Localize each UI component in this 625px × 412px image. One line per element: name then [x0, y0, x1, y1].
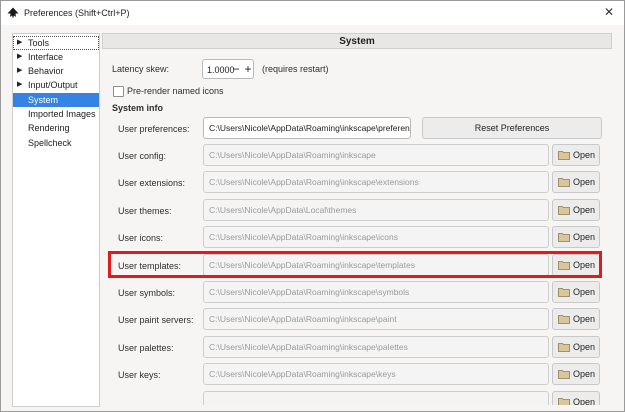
sidebar-item-label: Interface: [28, 52, 64, 62]
sidebar-item-tools[interactable]: ▶ Tools: [13, 36, 99, 50]
folder-icon: [558, 178, 570, 187]
open-folder-button[interactable]: Open: [552, 281, 600, 303]
sidebar-item-rendering[interactable]: Rendering: [13, 121, 99, 135]
sidebar-item-input-output[interactable]: ▶ Input/Output: [13, 78, 99, 92]
sidebar-item-label: Input/Output: [28, 80, 78, 90]
folder-icon: [558, 370, 570, 379]
path-field[interactable]: C:\Users\Nicole\AppData\Roaming\inkscape…: [203, 363, 549, 385]
preferences-nav-tree: ▶ Tools ▶ Interface ▶ Behavior ▶ Input/O…: [12, 33, 100, 407]
folder-icon: [558, 288, 570, 297]
expand-arrow-icon[interactable]: ▶: [17, 64, 22, 78]
expand-arrow-icon[interactable]: ▶: [17, 78, 22, 92]
path-field[interactable]: C:\Users\Nicole\AppData\Roaming\inkscape…: [203, 336, 549, 358]
sidebar-item-label: System: [28, 95, 59, 105]
path-row-label: User templates:: [118, 261, 182, 271]
sidebar-item-spellcheck[interactable]: Spellcheck: [13, 136, 99, 150]
title-bar: Preferences (Shift+Ctrl+P) ✕: [1, 1, 624, 25]
expand-arrow-icon[interactable]: ▶: [17, 50, 22, 64]
path-field[interactable]: C:\Users\Nicole\AppData\Roaming\inkscape: [203, 144, 549, 166]
path-field[interactable]: C:\Users\Nicole\AppData\Roaming\inkscape…: [203, 281, 549, 303]
sidebar-item-imported-images[interactable]: Imported Images: [13, 107, 99, 121]
folder-icon: [558, 151, 570, 160]
decrement-icon[interactable]: −: [231, 62, 241, 76]
folder-icon: [558, 233, 570, 242]
sidebar-item-label: Tools: [28, 38, 50, 48]
sidebar-item-interface[interactable]: ▶ Interface: [13, 50, 99, 64]
open-folder-button[interactable]: Open: [552, 199, 600, 221]
sidebar-item-label: Behavior: [28, 66, 64, 76]
sidebar-item-label: Rendering: [28, 123, 70, 133]
folder-icon: [558, 398, 570, 405]
folder-icon: [558, 206, 570, 215]
open-folder-button[interactable]: Open: [552, 171, 600, 193]
panel-title: System: [102, 33, 612, 49]
open-folder-button[interactable]: Open: [552, 254, 600, 276]
path-row-label: User config:: [118, 151, 167, 161]
reset-preferences-button[interactable]: Reset Preferences: [422, 117, 602, 139]
close-icon[interactable]: ✕: [602, 5, 616, 19]
path-field[interactable]: C:\Users\Nicole\AppData\Local\themes: [203, 199, 549, 221]
folder-icon: [558, 315, 570, 324]
inkscape-logo-icon: [7, 7, 19, 19]
path-row-label: User symbols:: [118, 288, 176, 298]
system-panel: System Latency skew: 1.0000 − + (require…: [102, 33, 612, 405]
sidebar-item-label: Spellcheck: [28, 138, 72, 148]
open-button-label: Open: [573, 177, 596, 187]
open-button-label: Open: [573, 150, 596, 160]
folder-icon: [558, 261, 570, 270]
open-button-label: Open: [573, 205, 596, 215]
path-field[interactable]: C:\Users\Nicole\AppData\Roaming\inkscape…: [203, 254, 549, 276]
window-title: Preferences (Shift+Ctrl+P): [24, 8, 130, 18]
open-folder-button[interactable]: Open: [552, 391, 600, 405]
open-folder-button[interactable]: Open: [552, 336, 600, 358]
prerender-icons-checkbox[interactable]: [113, 86, 124, 97]
prerender-icons-label: Pre-render named icons: [127, 86, 224, 96]
latency-skew-spinbutton[interactable]: 1.0000 − +: [202, 59, 254, 79]
open-button-label: Open: [573, 397, 596, 405]
open-folder-button[interactable]: Open: [552, 226, 600, 248]
folder-icon: [558, 343, 570, 352]
path-field[interactable]: C:\Users\Nicole\AppData\Roaming\inkscape…: [203, 226, 549, 248]
open-button-label: Open: [573, 314, 596, 324]
user-preferences-field[interactable]: C:\Users\Nicole\AppData\Roaming\inkscape…: [203, 117, 411, 139]
sidebar-item-system[interactable]: System: [13, 93, 99, 107]
open-folder-button[interactable]: Open: [552, 308, 600, 330]
path-row-label: User paint servers:: [118, 315, 194, 325]
open-folder-button[interactable]: Open: [552, 363, 600, 385]
path-row-label: User themes:: [118, 206, 172, 216]
open-button-label: Open: [573, 287, 596, 297]
expand-arrow-icon[interactable]: ▶: [17, 36, 22, 50]
sidebar-item-label: Imported Images: [28, 109, 96, 119]
sidebar-item-behavior[interactable]: ▶ Behavior: [13, 64, 99, 78]
path-row-label: User keys:: [118, 370, 161, 380]
open-button-label: Open: [573, 232, 596, 242]
latency-skew-label: Latency skew:: [112, 64, 170, 74]
path-field[interactable]: [203, 391, 549, 405]
user-preferences-label: User preferences:: [118, 124, 190, 134]
increment-icon[interactable]: +: [243, 62, 253, 76]
requires-restart-note: (requires restart): [262, 64, 329, 74]
system-info-heading: System info: [112, 103, 164, 113]
open-button-label: Open: [573, 260, 596, 270]
path-row-label: User icons:: [118, 233, 164, 243]
path-row-label: User extensions:: [118, 178, 186, 188]
path-row-label: User palettes:: [118, 343, 174, 353]
path-field[interactable]: C:\Users\Nicole\AppData\Roaming\inkscape…: [203, 308, 549, 330]
path-field[interactable]: C:\Users\Nicole\AppData\Roaming\inkscape…: [203, 171, 549, 193]
open-folder-button[interactable]: Open: [552, 144, 600, 166]
preferences-window: Preferences (Shift+Ctrl+P) ✕ ▶ Tools ▶ I…: [0, 0, 625, 412]
open-button-label: Open: [573, 369, 596, 379]
open-button-label: Open: [573, 342, 596, 352]
